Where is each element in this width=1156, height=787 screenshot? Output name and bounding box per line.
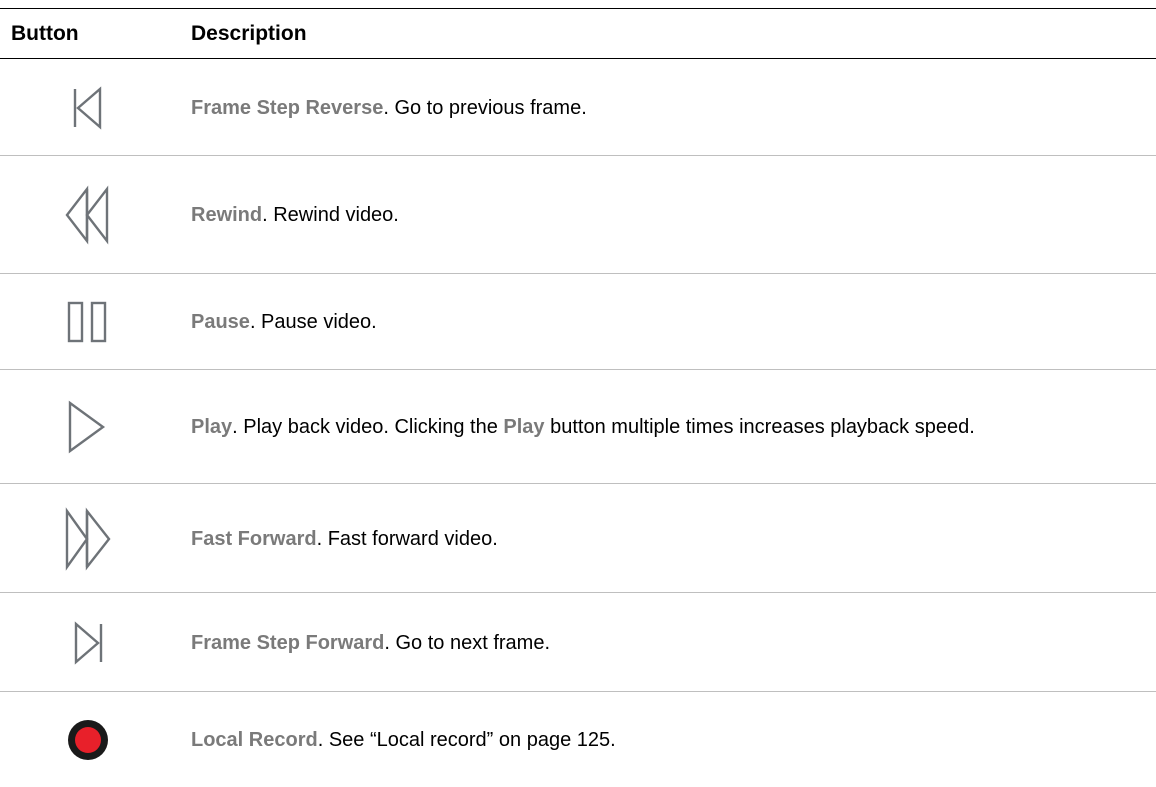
table-row-play: Play. Play back video. Clicking the Play… bbox=[0, 370, 1156, 484]
row-text: . See “Local record” on page 125. bbox=[317, 728, 616, 751]
table-row-pause: Pause. Pause video. bbox=[0, 274, 1156, 370]
rewind-icon bbox=[46, 156, 130, 274]
row-term: Pause bbox=[191, 311, 250, 333]
row-description: Rewind. Rewind video. bbox=[191, 202, 399, 228]
row-term: Rewind bbox=[191, 204, 263, 226]
row-term: Fast Forward bbox=[191, 527, 317, 550]
row-term-inline: Play bbox=[503, 416, 545, 438]
row-description: Local Record. See “Local record” on page… bbox=[191, 727, 616, 753]
pause-icon bbox=[46, 274, 130, 370]
table-top-rule bbox=[0, 8, 1156, 9]
row-text: . Pause video. bbox=[249, 311, 377, 333]
table-row-rewind: Rewind. Rewind video. bbox=[0, 156, 1156, 274]
row-description: Frame Step Reverse. Go to previous frame… bbox=[191, 95, 587, 121]
row-text: . Go to next frame. bbox=[384, 631, 551, 654]
row-term: Local Record bbox=[191, 728, 318, 751]
local-record-icon bbox=[46, 692, 130, 787]
row-description: Frame Step Forward. Go to next frame. bbox=[191, 630, 550, 656]
row-text: . Go to previous frame. bbox=[383, 96, 587, 119]
table-row-fast-forward: Fast Forward. Fast forward video. bbox=[0, 484, 1156, 593]
row-text-before: . Play back video. Clicking the bbox=[232, 416, 504, 438]
row-description: Play. Play back video. Clicking the Play… bbox=[191, 414, 975, 440]
row-text-after: button multiple times increases playback… bbox=[544, 416, 975, 438]
header-button: Button bbox=[11, 22, 79, 45]
table-row-frame-step-reverse: Frame Step Reverse. Go to previous frame… bbox=[0, 59, 1156, 156]
row-term: Frame Step Reverse bbox=[191, 96, 384, 119]
row-description: Fast Forward. Fast forward video. bbox=[191, 526, 498, 552]
fast-forward-icon bbox=[46, 484, 130, 593]
play-icon bbox=[46, 370, 130, 484]
row-term: Frame Step Forward bbox=[191, 631, 385, 654]
row-term: Play bbox=[191, 416, 233, 438]
header-description: Description bbox=[191, 22, 307, 45]
table-row-local-record: Local Record. See “Local record” on page… bbox=[0, 692, 1156, 787]
row-text: . Rewind video. bbox=[262, 204, 399, 226]
frame-step-reverse-icon bbox=[46, 59, 130, 156]
table-row-frame-step-forward: Frame Step Forward. Go to next frame. bbox=[0, 593, 1156, 692]
row-description: Pause. Pause video. bbox=[191, 309, 377, 335]
frame-step-forward-icon bbox=[46, 593, 130, 692]
row-text: . Fast forward video. bbox=[316, 527, 498, 550]
